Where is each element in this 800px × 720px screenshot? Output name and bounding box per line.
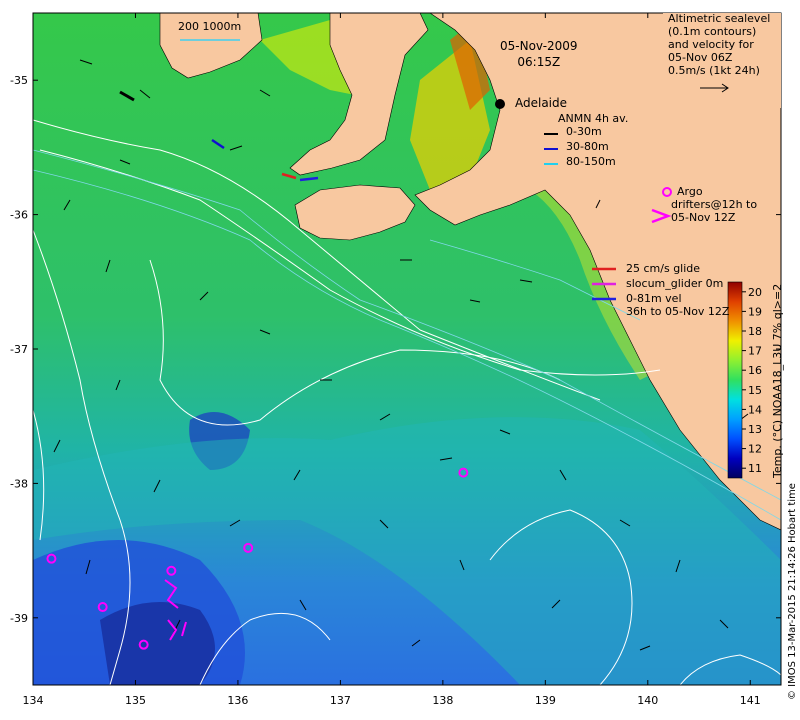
colorbar-tick-label: 18: [748, 325, 762, 338]
anmn-item-3: 80-150m: [566, 155, 616, 168]
glider-legend: 25 cm/s glide slocum_glider 0m 0-81m vel…: [626, 262, 729, 318]
map-title: 05-Nov-2009 06:15Z: [500, 38, 578, 70]
x-tick-label: 135: [125, 694, 146, 707]
title-time: 06:15Z: [517, 55, 561, 69]
title-date: 05-Nov-2009: [500, 39, 578, 53]
colorbar: [727, 281, 743, 479]
x-tick-label: 137: [330, 694, 351, 707]
y-tick-label: -35: [10, 74, 28, 87]
credit-text: © IMOS 13-Mar-2015 21:14:26 Hobart time: [787, 483, 798, 700]
colorbar-tick-label: 11: [748, 462, 762, 475]
colorbar-tick-label: 15: [748, 384, 762, 397]
anmn-item-2: 30-80m: [566, 140, 609, 153]
x-tick-label: 134: [23, 694, 44, 707]
y-tick-label: -38: [10, 477, 28, 490]
city-label: Adelaide: [515, 96, 568, 110]
sealevel-line-4: 05-Nov 06Z: [668, 51, 733, 64]
colorbar-tick-label: 19: [748, 305, 762, 318]
glider-line-3: 0-81m vel: [626, 292, 682, 305]
colorbar-tick-label: 12: [748, 443, 762, 456]
argo-line-3: 05-Nov 12Z: [671, 211, 736, 224]
colorbar-tick-label: 20: [748, 286, 762, 299]
sealevel-line-1: Altimetric sealevel: [668, 12, 771, 25]
anmn-title: ANMN 4h av.: [558, 112, 629, 125]
scale-label: 200 1000m: [178, 20, 242, 33]
y-tick-label: -36: [10, 209, 28, 222]
argo-line-1: Argo: [677, 185, 703, 198]
colorbar-tick-label: 14: [748, 403, 762, 416]
glider-line-2: slocum_glider 0m: [626, 277, 724, 290]
colorbar-tick-label: 16: [748, 364, 762, 377]
x-tick-label: 138: [432, 694, 453, 707]
cold-core-patch: [100, 602, 215, 685]
colorbar-tick-label: 13: [748, 423, 762, 436]
x-tick-label: 140: [637, 694, 658, 707]
glider-line-1: 25 cm/s glide: [626, 262, 701, 275]
x-tick-label: 139: [535, 694, 556, 707]
adelaide-marker: [495, 99, 505, 109]
x-tick-label: 136: [227, 694, 248, 707]
argo-line-2: drifters@12h to: [671, 198, 758, 211]
anmn-item-1: 0-30m: [566, 125, 602, 138]
colorbar-label: Temp. (°C) NOAA18_L3U 7% ql>=2: [771, 283, 784, 478]
colorbar-tick-label: 17: [748, 345, 762, 358]
x-tick-label: 141: [740, 694, 761, 707]
sealevel-line-3: and velocity for: [668, 38, 754, 51]
sst-map: 134 135 136 137 138 139 140 141 -35 -36 -37 -38 -39…: [10, 12, 782, 707]
y-tick-label: -37: [10, 343, 28, 356]
argo-legend: Argo drifters@12h to 05-Nov 12Z: [671, 185, 757, 224]
sealevel-line-5: 0.5m/s (1kt 24h): [668, 64, 760, 77]
sealevel-legend: Altimetric sealevel (0.1m contours) and …: [668, 12, 770, 77]
sealevel-line-2: (0.1m contours): [668, 25, 757, 38]
y-tick-label: -39: [10, 612, 28, 625]
glider-line-4: 36h to 05-Nov 12Z: [626, 305, 730, 318]
anmn-legend: ANMN 4h av. 0-30m 30-80m 80-150m: [558, 112, 628, 168]
